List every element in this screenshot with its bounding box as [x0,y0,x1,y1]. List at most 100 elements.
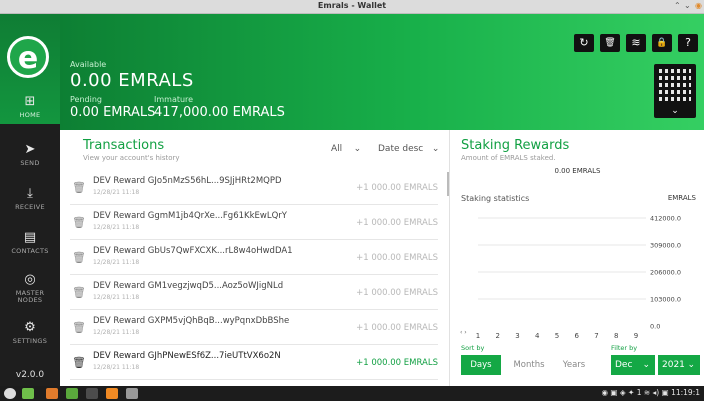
sort-years-button[interactable]: Years [556,355,592,375]
chart-ytick-label: 103000.0 [650,296,681,304]
close-button[interactable]: ◉ [695,1,702,10]
chart-ytick-label: 206000.0 [650,269,681,277]
files-icon[interactable] [66,388,78,399]
transaction-name: DEV Reward GgmM1jb4QrXe...Fg61KkEwLQrY [93,211,287,221]
clock: 11:19:1 [671,388,700,397]
chart-xtick-label: 6 [575,332,580,340]
transaction-amount: +1 000.00 EMRALS [356,288,438,298]
chart-xtick-label: 9 [634,332,638,340]
reward-icon: 🗑 [72,286,86,299]
staking-statistics-label: Staking statistics [461,194,530,203]
transaction-date: 12/28/21 11:18 [93,189,140,196]
sort-days-button[interactable]: Days [461,355,501,375]
sidebar-item-label: RECEIVE [15,203,45,211]
chart-xtick-label: 3 [515,332,519,340]
transaction-date: 12/28/21 11:18 [93,364,140,371]
type-filter-dropdown[interactable]: All ⌄ [331,144,361,154]
reward-icon: 🗑 [72,356,86,369]
trash-icon: 🗑 [604,38,616,48]
trash-button[interactable]: 🗑 [600,34,620,52]
transaction-row[interactable]: 🗑 DEV Reward GJo5nMzS56hL...9SJjHRt2MQPD 1… [70,171,438,205]
chart-xtick-label: 7 [594,332,598,340]
pending-label: Pending [70,95,102,104]
transaction-row[interactable]: 🗑 DEV Reward GXPM5vjQhBqB...wyPqnxDbBShe 1… [70,311,438,345]
transaction-date: 12/28/21 11:18 [93,259,140,266]
lock-button[interactable]: 🔒 [652,34,672,52]
start-menu-icon[interactable] [4,388,16,399]
transaction-amount: +1 000.00 EMRALS [356,218,438,228]
help-button[interactable]: ? [678,34,698,52]
staking-chart: 412000.0 309000.0 206000.0 103000.0 0.0 1 2 3 4 5… [460,215,681,341]
transaction-date: 12/28/21 11:18 [93,294,140,301]
chevron-down-icon: ⌄ [642,360,650,370]
chart-xtick-label: 4 [535,332,540,340]
transaction-row[interactable]: 🗑 DEV Reward GM1vegzjwqD5...Aoz5oWJigNLd 1… [70,276,438,310]
transaction-row[interactable]: 🗑 DEV Reward GgmM1jb4QrXe...Fg61KkEwLQrY 1… [70,206,438,240]
year-select[interactable]: 2021 ⌄ [658,355,700,375]
terminal-icon[interactable] [86,388,98,399]
network-button[interactable]: ≋ [626,34,646,52]
system-tray: ◉ ▣ ◈ ✦ 1 ≋ ◂) ▣ 11:19:1 [601,388,700,397]
chart-xtick-label: 8 [614,332,618,340]
help-icon: ? [685,36,691,49]
sidebar-item-contacts[interactable]: ▤ CONTACTS [0,230,60,266]
sidebar-item-home[interactable]: ⊞ HOME [0,90,60,132]
transaction-amount: +1 000.00 EMRALS [356,323,438,333]
reward-icon: 🗑 [72,251,86,264]
chart-ytick-label: 309000.0 [650,242,681,250]
wifi-icon: ≋ [631,36,641,49]
emrals-logo: e [7,36,49,78]
chart-scroll-arrows[interactable]: ‹ › [460,329,467,336]
transaction-row[interactable]: 🗑 DEV Reward GJhPNewESf6Z...7ieUTtVX6o2N 1… [70,346,438,380]
transactions-title: Transactions [83,138,165,153]
staking-amount: 0.00 EMRALS [554,167,601,175]
sort-dropdown[interactable]: Date desc ⌄ [378,144,439,154]
available-value: 0.00 EMRALS [70,70,194,91]
transaction-date: 12/28/21 11:18 [93,329,140,336]
transaction-name: DEV Reward GbUs7QwFXCXK...rL8w4oHwdDA1 [93,246,293,256]
chart-xtick-label: 5 [555,332,559,340]
transaction-name: DEV Reward GM1vegzjwqD5...Aoz5oWJigNLd [93,281,284,291]
sidebar-item-receive[interactable]: ⤓ RECEIVE [0,186,60,222]
refresh-button[interactable]: ↻ [574,34,594,52]
month-select[interactable]: Dec ⌄ [611,355,655,375]
minimize-button[interactable]: ⌃ [674,1,681,10]
contacts-icon: ▤ [23,230,37,245]
transactions-subtitle: View your account's history [83,154,180,162]
settings-app-icon[interactable] [126,388,138,399]
transactions-panel: Transactions View your account's history… [60,130,449,386]
sidebar-item-label: HOME [19,111,41,119]
transaction-amount: +1 000.00 EMRALS [356,253,438,263]
sort-by-label: Sort by [461,344,485,352]
chevron-down-icon: ⌄ [431,144,440,154]
chart-ytick-label: 412000.0 [650,215,681,223]
chevron-down-icon: ⌄ [687,360,695,370]
sort-months-button[interactable]: Months [508,355,550,375]
transaction-name: DEV Reward GJo5nMzS56hL...9SJjHRt2MQPD [93,176,282,186]
chart-ytick-label: 0.0 [650,323,660,331]
transaction-row[interactable]: 🗑 DEV Reward GbUs7QwFXCXK...rL8w4oHwdDA1 1… [70,241,438,275]
staking-unit: EMRALS [667,194,696,202]
transaction-date: 12/28/21 11:18 [93,224,140,231]
transaction-name: DEV Reward GXPM5vjQhBqB...wyPqnxDbBShe [93,316,290,326]
chart-xtick-label: 2 [496,332,500,340]
firefox-icon[interactable] [46,388,58,399]
show-desktop-icon[interactable] [22,388,34,399]
app-icon[interactable] [106,388,118,399]
sidebar-item-send[interactable]: ➤ SEND [0,142,60,178]
balance-header: Available 0.00 EMRALS Pending 0.00 EMRAL… [60,14,704,130]
transaction-name: DEV Reward GJhPNewESf6Z...7ieUTtVX6o2N [93,351,281,361]
tray-icons[interactable]: ◉ ▣ ◈ ✦ [601,388,636,397]
maximize-button[interactable]: ⌄ [684,1,691,10]
sidebar-item-settings[interactable]: ⚙ SETTINGS [0,320,60,356]
transaction-amount: +1 000.00 EMRALS [356,183,438,193]
window-titlebar: Emrals - Wallet ⌃ ⌄ ◉ [0,0,704,14]
taskbar: ◉ ▣ ◈ ✦ 1 ≋ ◂) ▣ 11:19:1 [0,386,704,401]
masternodes-icon: ◎ [24,272,36,287]
sidebar-item-label: SEND [20,159,40,167]
sidebar-item-masternodes[interactable]: ◎ MASTER NODES [0,272,60,314]
sidebar: e ⊞ HOME ➤ SEND ⤓ RECEIVE ▤ CONTACTS ◎ M… [0,14,60,386]
qr-code-button[interactable]: ⌄ [654,64,696,118]
receive-icon: ⤓ [27,186,33,201]
chart-xtick-label: 1 [476,332,480,340]
